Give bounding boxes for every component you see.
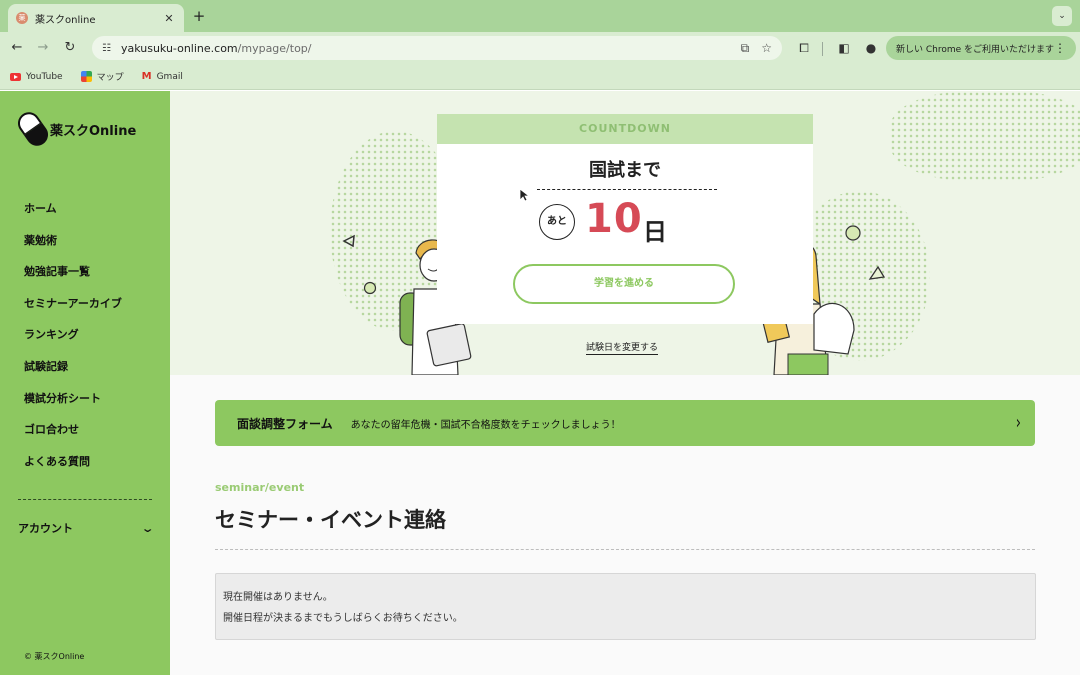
extensions-icon[interactable]: ⧠ [797,41,811,56]
account-menu[interactable]: アカウント ⌄ [18,520,155,536]
capsule-logo-icon [13,107,53,151]
dot-pattern-top-right [890,91,1080,181]
continue-study-button[interactable]: 学習を進める [513,264,735,304]
browser-tab-bar: 薬 薬スクonline ✕ + ⌄ [0,0,1080,32]
banner-title: 面談調整フォーム [237,416,333,431]
tab-title: 薬スクonline [35,14,96,26]
star-icon[interactable]: ☆ [761,41,772,56]
sidebar-divider [18,499,152,500]
seminar-notice: 現在開催はありません。 開催日程が決まるまでもうしばらくお待ちください。 [215,573,1036,640]
notice-line-1: 現在開催はありません。 [223,592,333,603]
sidebar: 薬スクOnline ホーム 薬勉術 勉強記事一覧 セミナーアーカイブ ランキング… [0,91,170,675]
toolbar-divider [822,42,823,56]
back-icon[interactable]: ← [9,40,25,56]
notice-line-2: 開催日程が決まるまでもうしばらくお待ちください。 [223,613,463,624]
bookmark-maps[interactable]: マップ [80,70,124,83]
countdown-hero: COUNTDOWN 国試まで あと 10 日 学習を進める 試験日を変更する [170,91,1080,375]
sidebar-item-seminar-archive[interactable]: セミナーアーカイブ [24,296,122,328]
profile-icon[interactable]: ● [864,41,878,55]
section-en-label: seminar/event [215,481,305,494]
reload-icon[interactable]: ↻ [62,40,78,56]
days-unit: 日 [643,218,667,246]
days-remaining: 10 [585,196,643,242]
sidebar-item-study-methods[interactable]: 薬勉術 [24,233,122,265]
forward-icon[interactable]: → [35,40,51,56]
site-favicon-icon: 薬 [16,12,28,24]
browser-tab[interactable]: 薬 薬スクonline ✕ [8,4,184,32]
bookmark-youtube[interactable]: YouTube [10,72,63,82]
chrome-update-button[interactable]: 新しい Chrome をご利用いただけます ⋮ [886,36,1076,60]
address-bar[interactable]: ☷ yakusuku-online.com/mypage/top/ ⧉ ☆ [92,36,782,60]
chevron-right-icon: › [1015,412,1021,434]
interview-form-banner[interactable]: 面談調整フォーム あなたの留年危機・国試不合格度数をチェックしましょう！ › [215,400,1035,446]
update-label: 新しい Chrome をご利用いただけます [896,44,1055,55]
sidebar-item-ranking[interactable]: ランキング [24,327,122,359]
sidebar-item-exam-records[interactable]: 試験記録 [24,359,122,391]
gmail-icon: M [141,71,152,82]
countdown-dashed-line [537,189,717,190]
kebab-icon[interactable]: ⋮ [1054,41,1066,55]
logo-text: 薬スクOnline [50,123,137,139]
remaining-bubble: あと [539,204,575,240]
countdown-label: 国試まで [589,160,661,181]
url-host: yakusuku-online.com [120,41,238,55]
section-divider [215,549,1035,550]
browser-toolbar: ← → ↻ ☷ yakusuku-online.com/mypage/top/ … [0,32,1080,64]
tune-icon[interactable]: ☷ [102,43,111,54]
new-tab-icon[interactable]: + [192,7,206,25]
sidepanel-icon[interactable]: ◧ [837,41,851,55]
banner-description: あなたの留年危機・国試不合格度数をチェックしましょう！ [350,419,621,431]
copyright: © 薬スクOnline [24,652,85,661]
bookmark-gmail[interactable]: M Gmail [142,71,183,82]
install-icon[interactable]: ⧉ [741,41,750,56]
maps-icon [80,71,92,82]
close-tab-icon[interactable]: ✕ [162,12,176,25]
url-path: /mypage/top/ [237,41,312,55]
sidebar-item-articles[interactable]: 勉強記事一覧 [24,264,122,296]
mouse-cursor-icon [519,188,529,202]
sidebar-item-home[interactable]: ホーム [24,201,122,233]
bookmarks-bar: YouTube マップ M Gmail [0,64,1080,90]
tab-search-icon[interactable]: ⌄ [1052,6,1072,26]
youtube-icon [10,72,21,81]
triangle-deco-icon [342,234,355,248]
sidebar-item-faq[interactable]: よくある質問 [24,454,122,486]
countdown-header: COUNTDOWN [437,114,813,144]
account-label: アカウント [18,522,73,535]
sidebar-item-mock-analysis[interactable]: 模試分析シート [24,391,122,423]
main-content: COUNTDOWN 国試まで あと 10 日 学習を進める 試験日を変更する 面… [170,91,1080,675]
triangle-deco-right-icon [868,265,886,280]
site-logo[interactable]: 薬スクOnline [13,107,137,151]
circle-deco-icon [363,281,377,295]
change-exam-date-link[interactable]: 試験日を変更する [586,340,659,355]
chevron-down-icon: ⌄ [140,521,155,535]
section-title: セミナー・イベント連絡 [215,508,446,532]
sidebar-item-mnemonics[interactable]: ゴロ合わせ [24,422,122,454]
sidebar-nav: ホーム 薬勉術 勉強記事一覧 セミナーアーカイブ ランキング 試験記録 模試分析… [24,201,122,485]
